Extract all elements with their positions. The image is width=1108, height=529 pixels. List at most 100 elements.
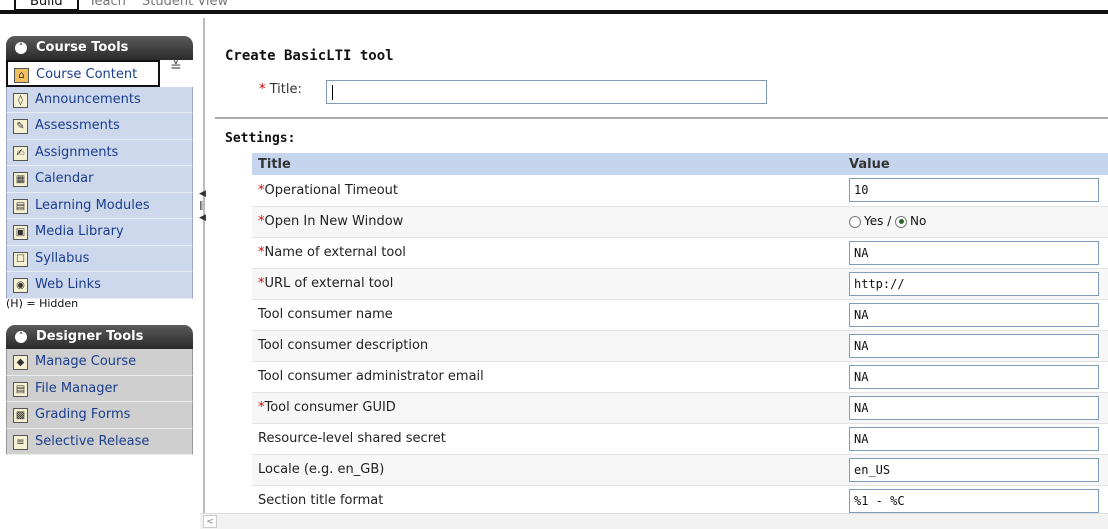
setting-value-cell: Yes / No bbox=[843, 206, 1108, 238]
setting-label: Open In New Window bbox=[264, 214, 404, 229]
setting-label: Tool consumer name bbox=[258, 307, 393, 322]
sidebar-item-file-manager[interactable]: ▤ File Manager bbox=[6, 375, 193, 402]
designer-tools-header[interactable]: ˄ Designer Tools bbox=[6, 325, 193, 349]
page-title: Create BasicLTI tool bbox=[225, 48, 394, 64]
horizontal-scrollbar[interactable]: < bbox=[200, 513, 1108, 529]
setting-label-cell: *URL of external tool bbox=[252, 268, 843, 300]
settings-body: *Operational Timeout 10 *Open In New Windo… bbox=[252, 175, 1108, 517]
sidebar-item-label: Manage Course bbox=[35, 354, 137, 369]
web-links-icon: ◉ bbox=[13, 278, 28, 293]
setting-label: Tool consumer GUID bbox=[264, 400, 396, 415]
title-field[interactable] bbox=[327, 81, 766, 103]
setting-input[interactable]: http:// bbox=[849, 271, 1099, 296]
setting-label-cell: Tool consumer description bbox=[252, 330, 843, 362]
sidebar-item-label: Syllabus bbox=[35, 250, 90, 266]
sidebar-item-manage-course[interactable]: ◆ Manage Course bbox=[6, 349, 193, 376]
setting-value-cell: NA bbox=[843, 361, 1108, 393]
sidebar-item-course-content[interactable]: ⌂ Course Content bbox=[6, 60, 160, 87]
hidden-note: (H) = Hidden bbox=[6, 297, 79, 310]
table-row: Tool consumer description NA bbox=[252, 330, 1108, 362]
setting-input[interactable]: NA bbox=[849, 426, 1099, 451]
settings-heading: Settings: bbox=[225, 131, 296, 146]
text-caret bbox=[332, 85, 333, 100]
sidebar-item-label: Grading Forms bbox=[35, 407, 131, 422]
setting-value-cell: NA bbox=[843, 423, 1108, 455]
title-label: Title: bbox=[269, 82, 302, 97]
scroll-left-icon[interactable]: < bbox=[203, 515, 217, 528]
sidebar-item-syllabus[interactable]: ☐ Syllabus bbox=[6, 245, 193, 272]
manage-course-icon: ◆ bbox=[13, 355, 28, 370]
column-header-title: Title bbox=[252, 153, 843, 175]
sidebar-item-web-links[interactable]: ◉ Web Links bbox=[6, 272, 193, 299]
setting-input[interactable]: NA bbox=[849, 395, 1099, 420]
panel-splitter[interactable]: ◀ ‖ ◀ bbox=[199, 188, 206, 248]
setting-value-cell: http:// bbox=[843, 268, 1108, 300]
radio-yes[interactable] bbox=[849, 215, 861, 228]
sidebar-item-grading-forms[interactable]: ▩ Grading Forms bbox=[6, 402, 193, 429]
title-input[interactable] bbox=[326, 80, 767, 104]
tab-student-view[interactable]: Student View bbox=[136, 0, 234, 9]
sidebar-item-assignments[interactable]: ✍ Assignments bbox=[6, 139, 193, 166]
sidebar-item-assessments[interactable]: ✎ Assessments bbox=[6, 113, 193, 140]
course-tools-list: ⌂ Course Content ◊ Announcements ✎ Assessment… bbox=[6, 60, 193, 299]
calendar-icon: ▦ bbox=[13, 172, 28, 187]
collapse-icon[interactable]: ˄ bbox=[15, 42, 27, 54]
view-tabs: Build Teach Student View bbox=[14, 0, 234, 10]
setting-label: URL of external tool bbox=[264, 276, 394, 291]
setting-label-cell: Tool consumer administrator email bbox=[252, 361, 843, 393]
setting-input[interactable]: NA bbox=[849, 333, 1099, 358]
setting-value-cell: %1 - %C bbox=[843, 485, 1108, 517]
divider bbox=[215, 117, 1108, 119]
radio-no[interactable] bbox=[895, 215, 908, 228]
sidebar-item-selective-release[interactable]: ≡ Selective Release bbox=[6, 428, 193, 455]
collapse-icon[interactable]: ˄ bbox=[15, 331, 27, 343]
setting-input[interactable]: 10 bbox=[849, 178, 1099, 203]
setting-label: Resource-level shared secret bbox=[258, 431, 446, 446]
table-row: *Name of external tool NA bbox=[252, 237, 1108, 269]
setting-label-cell: Section title format bbox=[252, 485, 843, 517]
setting-input[interactable]: NA bbox=[849, 302, 1099, 327]
sidebar-item-media-library[interactable]: ▣ Media Library bbox=[6, 219, 193, 246]
designer-tools-list: ◆ Manage Course ▤ File Manager ▩ Grading Form… bbox=[6, 349, 193, 455]
table-row: Section title format %1 - %C bbox=[252, 485, 1108, 517]
course-tools-header[interactable]: ˄ Course Tools bbox=[6, 36, 193, 60]
sidebar-item-calendar[interactable]: ▦ Calendar bbox=[6, 166, 193, 193]
setting-value-cell: en_US bbox=[843, 454, 1108, 486]
table-row: Resource-level shared secret NA bbox=[252, 423, 1108, 455]
assessment-icon: ✎ bbox=[13, 119, 28, 134]
main-content: Create BasicLTI tool * Title: Settings: … bbox=[215, 18, 1108, 529]
radio-no-label: No bbox=[910, 214, 927, 228]
sidebar-item-label: Announcements bbox=[35, 91, 141, 107]
title-label-row: * Title: bbox=[259, 82, 302, 97]
table-row: *Operational Timeout 10 bbox=[252, 175, 1108, 207]
setting-input[interactable]: NA bbox=[849, 240, 1099, 265]
radio-separator: / bbox=[883, 214, 896, 228]
setting-label-cell: Tool consumer name bbox=[252, 299, 843, 331]
setting-label-cell: *Operational Timeout bbox=[252, 175, 843, 207]
table-row: *Open In New Window Yes / No bbox=[252, 206, 1108, 238]
setting-value-cell: NA bbox=[843, 237, 1108, 269]
table-row: Tool consumer administrator email NA bbox=[252, 361, 1108, 393]
file-manager-icon: ▤ bbox=[13, 381, 28, 397]
open-new-window-radio-group: Yes / No bbox=[849, 214, 926, 228]
setting-value-cell: 10 bbox=[843, 175, 1108, 207]
table-row: Locale (e.g. en_GB) en_US bbox=[252, 454, 1108, 486]
chevron-down-icon[interactable]: ≚ bbox=[170, 59, 182, 75]
setting-input[interactable]: NA bbox=[849, 364, 1099, 389]
assignment-icon: ✍ bbox=[13, 145, 28, 161]
setting-value-cell: NA bbox=[843, 299, 1108, 331]
sidebar-item-learning-modules[interactable]: ▤ Learning Modules bbox=[6, 192, 193, 219]
tab-build[interactable]: Build bbox=[14, 0, 79, 10]
setting-input[interactable]: %1 - %C bbox=[849, 488, 1099, 513]
setting-label: Section title format bbox=[258, 493, 384, 508]
sidebar-item-announcements[interactable]: ◊ Announcements bbox=[6, 86, 193, 113]
setting-label: Locale (e.g. en_GB) bbox=[258, 462, 385, 477]
house-icon: ⌂ bbox=[14, 68, 29, 83]
tab-teach[interactable]: Teach bbox=[83, 0, 132, 9]
grading-forms-icon: ▩ bbox=[13, 408, 28, 423]
required-asterisk: * bbox=[259, 82, 266, 97]
radio-yes-label: Yes bbox=[864, 214, 884, 228]
setting-input[interactable]: en_US bbox=[849, 457, 1099, 482]
table-row: *Tool consumer GUID NA bbox=[252, 392, 1108, 424]
sidebar-item-label: Media Library bbox=[35, 224, 124, 239]
